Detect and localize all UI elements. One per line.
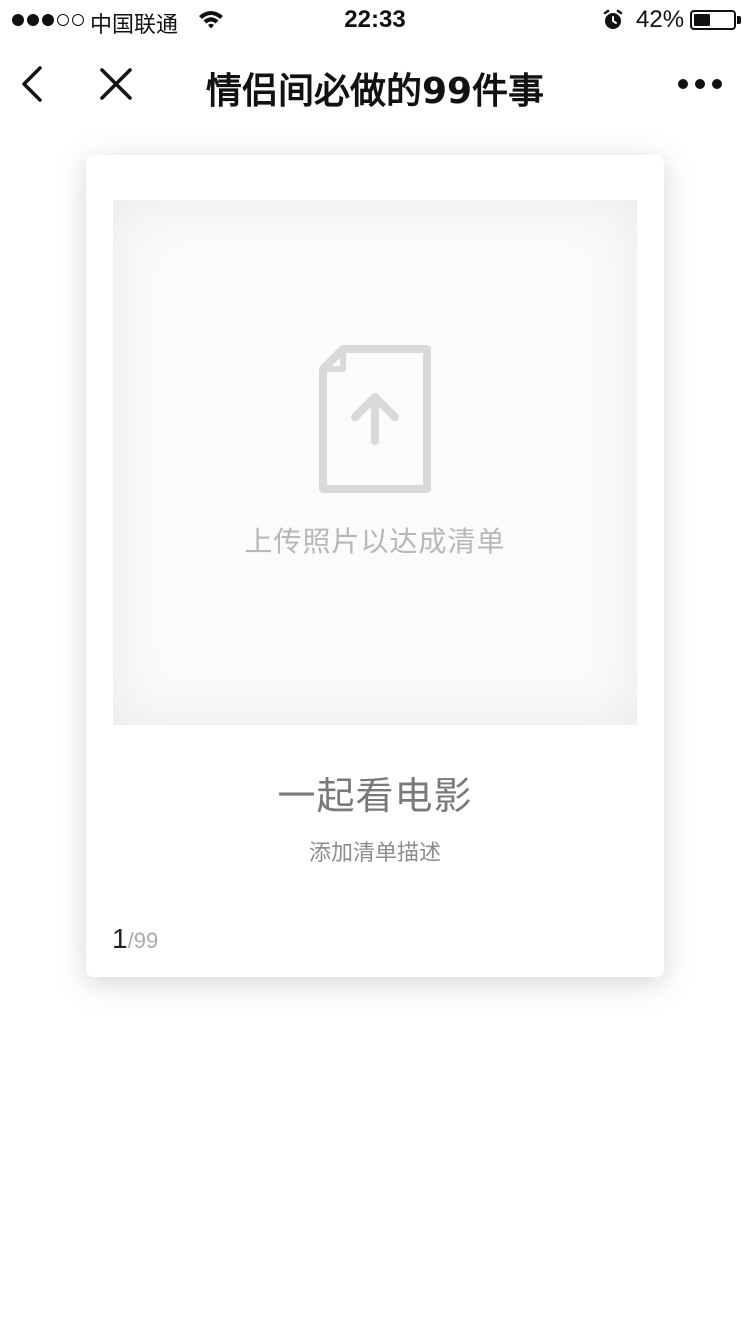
upload-prompt: 上传照片以达成清单 <box>244 525 506 558</box>
photo-upload-area[interactable]: 上传照片以达成清单 <box>113 200 637 725</box>
chevron-left-icon[interactable] <box>18 64 48 104</box>
page-title: 情侣间必做的99件事 <box>205 71 545 112</box>
status-bar: 中国联通 22:33 42% <box>0 0 750 40</box>
nav-bar: 情侣间必做的99件事 <box>0 40 750 128</box>
battery-tip <box>737 16 741 24</box>
add-description-link[interactable]: 添加清单描述 <box>86 835 664 867</box>
alarm-icon <box>603 9 623 29</box>
more-icon[interactable] <box>676 76 724 92</box>
checklist-card: 上传照片以达成清单 一起看电影 添加清单描述 1/99 <box>86 155 664 977</box>
file-upload-icon <box>319 345 431 493</box>
battery-icon <box>690 10 736 30</box>
counter-total: 99 <box>133 928 159 953</box>
battery-level <box>694 14 710 26</box>
item-counter: 1/99 <box>112 923 158 955</box>
item-title[interactable]: 一起看电影 <box>86 765 664 820</box>
battery-percent: 42% <box>636 6 685 33</box>
counter-current: 1 <box>112 923 128 954</box>
close-icon[interactable] <box>98 66 134 102</box>
